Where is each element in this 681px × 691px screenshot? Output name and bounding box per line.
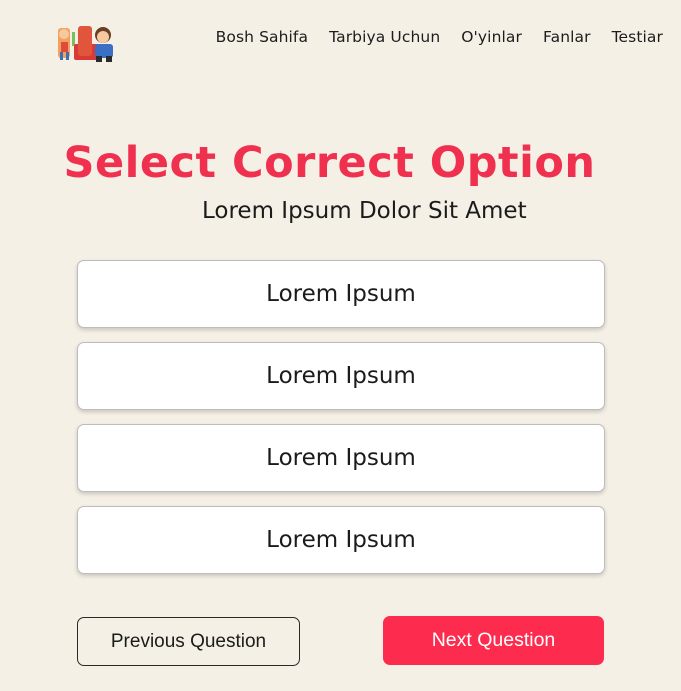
answer-options: Lorem Ipsum Lorem Ipsum Lorem Ipsum Lore…	[77, 260, 605, 588]
nav-item-tarbiya-uchun[interactable]: Tarbiya Uchun	[329, 28, 440, 46]
answer-option-3[interactable]: Lorem Ipsum	[77, 424, 605, 492]
previous-question-button[interactable]: Previous Question	[77, 617, 300, 666]
nav-item-fanlar[interactable]: Fanlar	[543, 28, 591, 46]
next-question-button[interactable]: Next Question	[383, 616, 604, 665]
main-nav: Bosh Sahifa Tarbiya Uchun O'yinlar Fanla…	[216, 28, 663, 46]
answer-option-4[interactable]: Lorem Ipsum	[77, 506, 605, 574]
answer-option-2[interactable]: Lorem Ipsum	[77, 342, 605, 410]
answer-option-1[interactable]: Lorem Ipsum	[77, 260, 605, 328]
nav-item-bosh-sahifa[interactable]: Bosh Sahifa	[216, 28, 308, 46]
nav-item-oyinlar[interactable]: O'yinlar	[461, 28, 522, 46]
kids-reading-logo-icon	[58, 26, 113, 62]
site-logo[interactable]	[56, 22, 116, 64]
question-text: Lorem Ipsum Dolor Sit Amet	[202, 198, 527, 224]
page-title: Select Correct Option	[63, 138, 596, 188]
nav-item-testiar[interactable]: Testiar	[612, 28, 663, 46]
